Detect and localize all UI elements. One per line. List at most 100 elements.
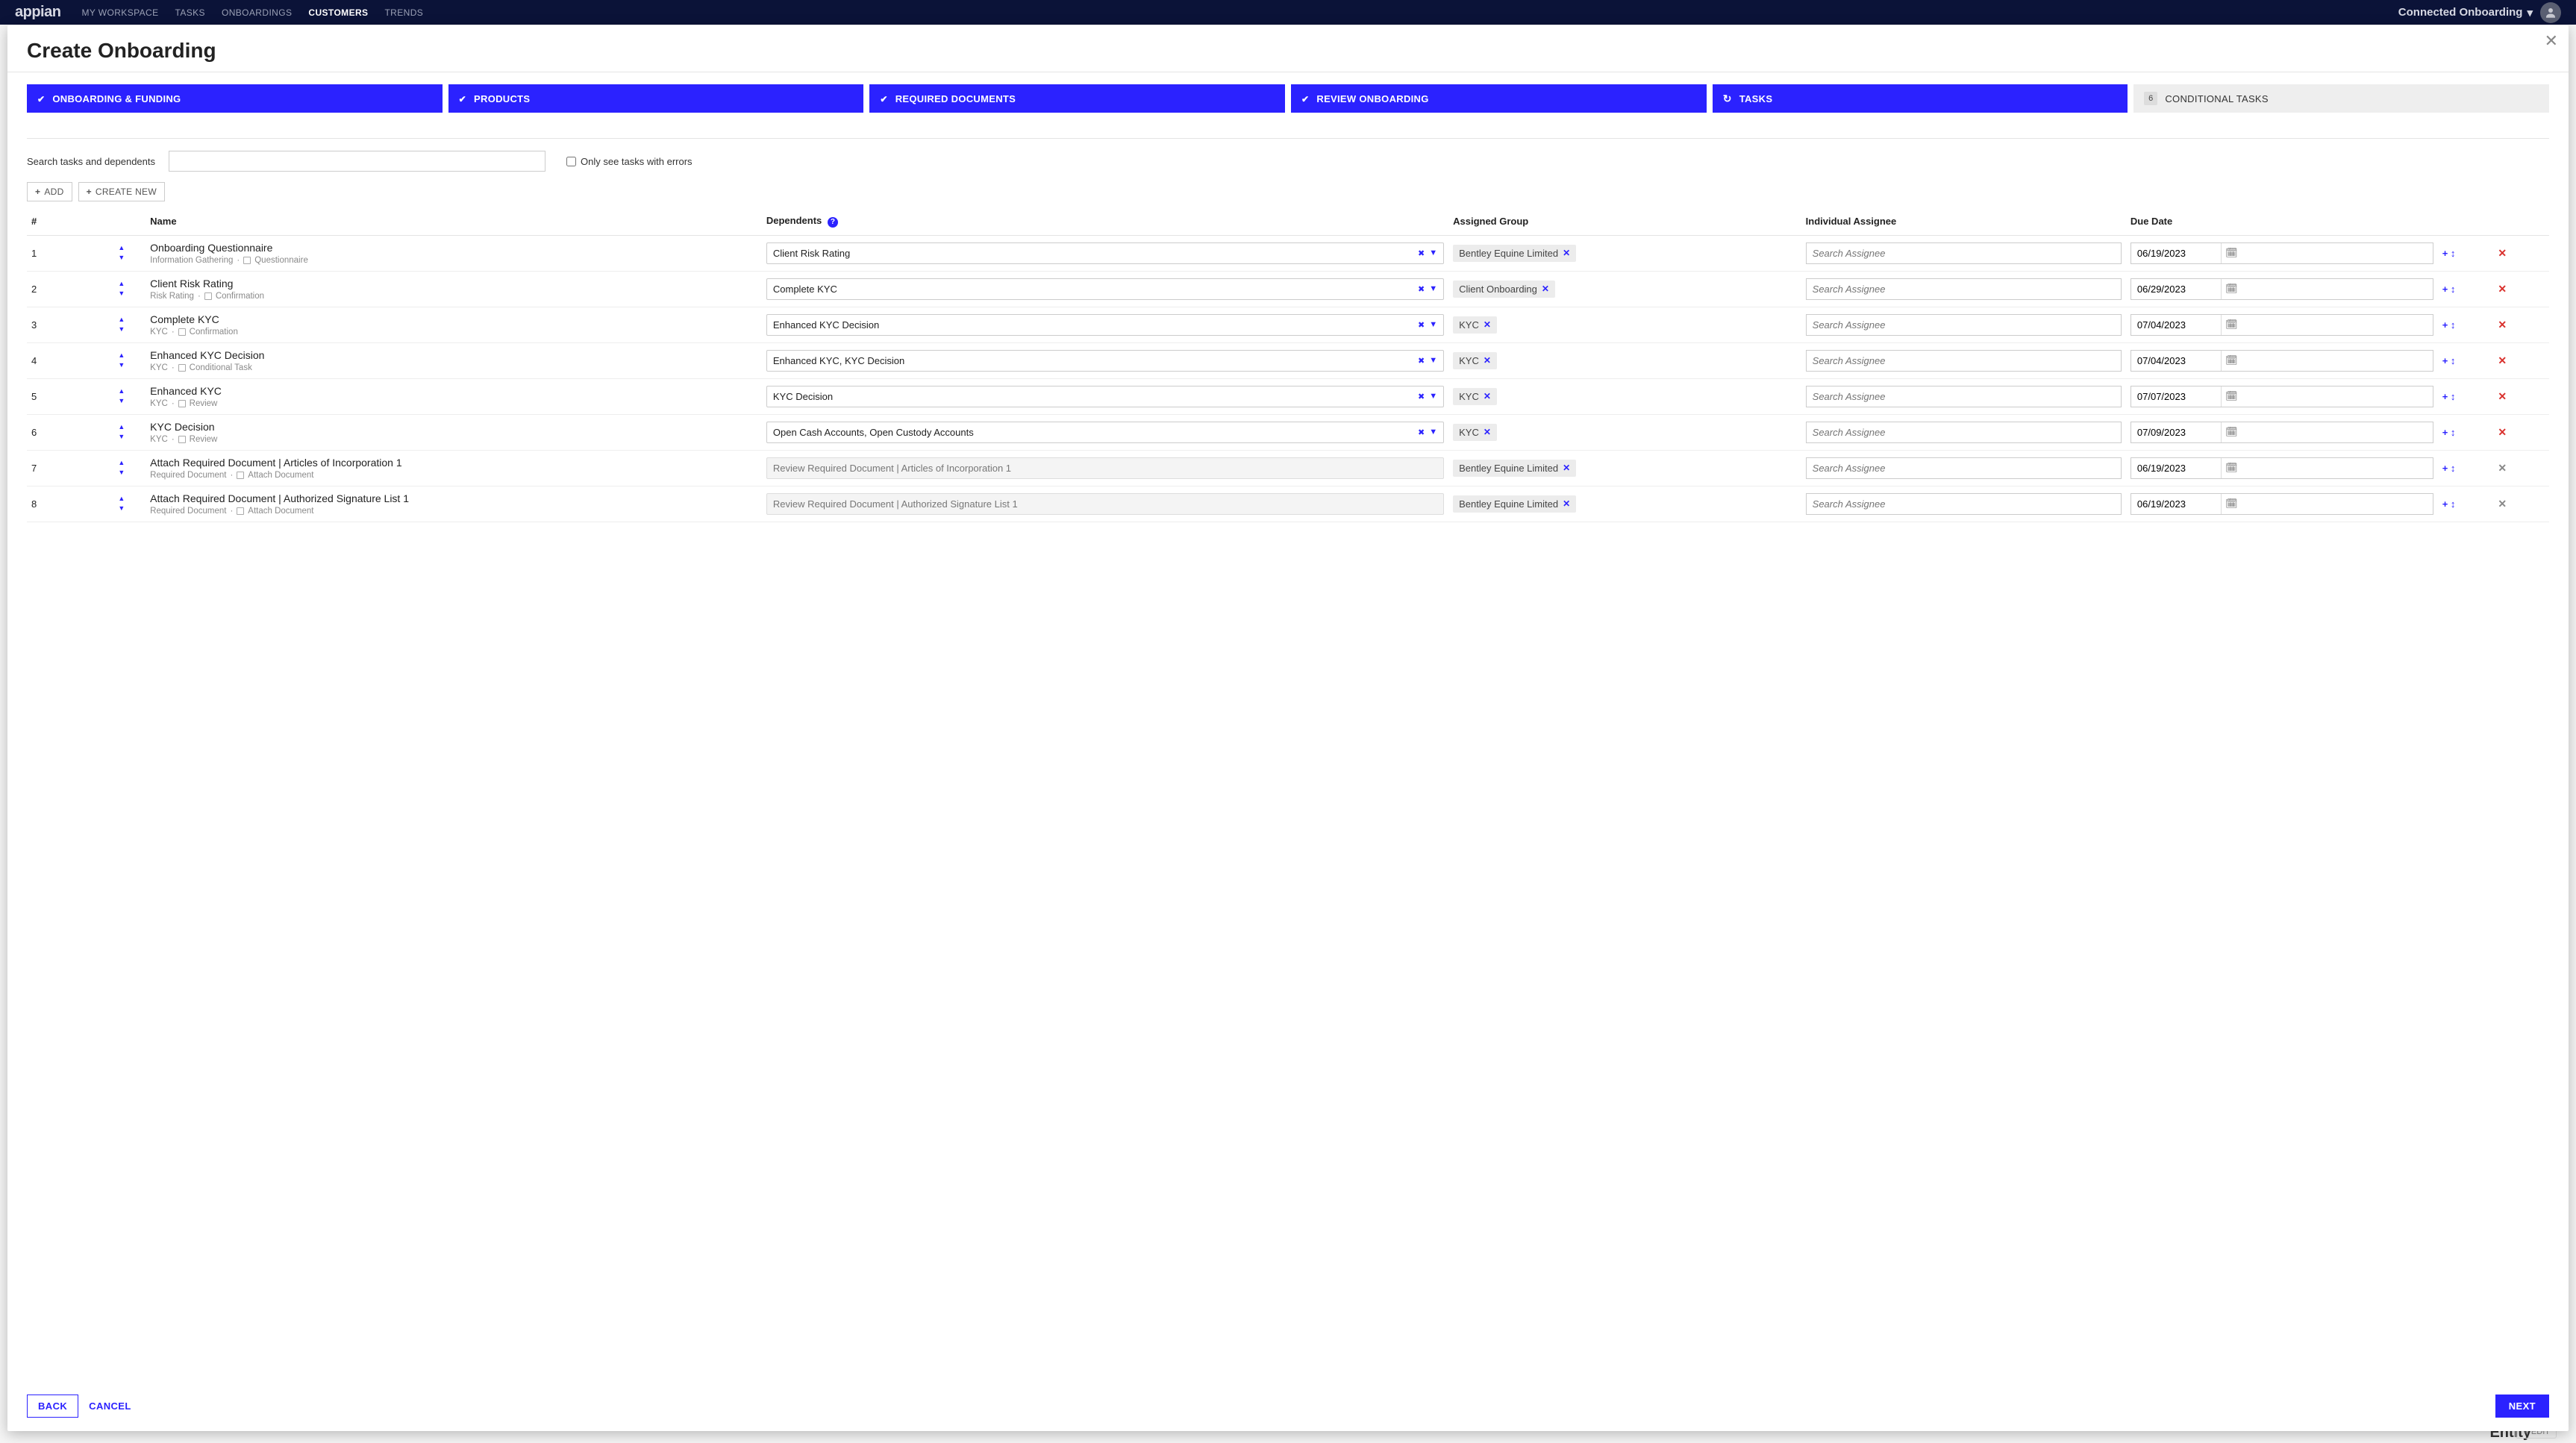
assignee-input[interactable] xyxy=(1806,422,2122,443)
insert-row-icon[interactable]: + ↕ xyxy=(2442,498,2456,510)
nav-my-workspace[interactable]: MY WORKSPACE xyxy=(81,7,158,18)
assignee-input[interactable] xyxy=(1806,314,2122,336)
help-icon[interactable]: ? xyxy=(828,217,838,228)
dependents-input[interactable]: KYC Decision✖▼ xyxy=(766,386,1444,407)
clear-icon[interactable]: ✖ xyxy=(1418,392,1425,401)
step-onboarding-funding[interactable]: ONBOARDING & FUNDING xyxy=(27,84,443,113)
calendar-icon[interactable]: 🗓 xyxy=(2221,386,2242,407)
assignee-input[interactable] xyxy=(1806,350,2122,372)
delete-row-icon[interactable]: ✕ xyxy=(2498,426,2507,438)
calendar-icon[interactable]: 🗓 xyxy=(2221,279,2242,299)
due-date-field[interactable] xyxy=(2131,315,2221,335)
clear-icon[interactable]: ✖ xyxy=(1418,356,1425,366)
delete-row-icon[interactable]: ✕ xyxy=(2498,390,2507,402)
dependents-input[interactable]: Open Cash Accounts, Open Custody Account… xyxy=(766,422,1444,443)
add-button[interactable]: ADD xyxy=(27,182,72,201)
due-date-field[interactable] xyxy=(2131,243,2221,263)
remove-tag-icon[interactable]: ✕ xyxy=(1542,284,1549,294)
assignee-input[interactable] xyxy=(1806,386,2122,407)
remove-tag-icon[interactable]: ✕ xyxy=(1484,355,1491,366)
clear-icon[interactable]: ✖ xyxy=(1418,428,1425,437)
remove-tag-icon[interactable]: ✕ xyxy=(1563,248,1570,258)
due-date-input[interactable]: 🗓 xyxy=(2130,278,2433,300)
due-date-input[interactable]: 🗓 xyxy=(2130,242,2433,264)
dependents-input[interactable]: Enhanced KYC Decision✖▼ xyxy=(766,314,1444,336)
due-date-input[interactable]: 🗓 xyxy=(2130,493,2433,515)
move-down-icon[interactable]: ▼ xyxy=(118,362,125,369)
step-required-documents[interactable]: REQUIRED DOCUMENTS xyxy=(869,84,1285,113)
step-conditional-tasks[interactable]: 6CONDITIONAL TASKS xyxy=(2133,84,2549,113)
errors-checkbox[interactable] xyxy=(566,157,576,166)
dependents-input[interactable]: Complete KYC✖▼ xyxy=(766,278,1444,300)
move-down-icon[interactable]: ▼ xyxy=(118,290,125,297)
due-date-input[interactable]: 🗓 xyxy=(2130,422,2433,443)
move-up-icon[interactable]: ▲ xyxy=(118,316,125,323)
avatar[interactable] xyxy=(2540,2,2561,23)
due-date-field[interactable] xyxy=(2131,351,2221,371)
move-down-icon[interactable]: ▼ xyxy=(118,254,125,261)
chevron-down-icon[interactable]: ▼ xyxy=(1429,248,1437,257)
step-tasks[interactable]: TASKS xyxy=(1713,84,2128,113)
due-date-input[interactable]: 🗓 xyxy=(2130,457,2433,479)
create-new-button[interactable]: CREATE NEW xyxy=(78,182,165,201)
step-products[interactable]: PRODUCTS xyxy=(448,84,864,113)
delete-row-icon[interactable]: ✕ xyxy=(2498,354,2507,366)
clear-icon[interactable]: ✖ xyxy=(1418,248,1425,258)
move-up-icon[interactable]: ▲ xyxy=(118,460,125,466)
close-icon[interactable]: ✕ xyxy=(2545,31,2558,51)
delete-row-icon[interactable]: ✕ xyxy=(2498,498,2507,510)
insert-row-icon[interactable]: + ↕ xyxy=(2442,463,2456,474)
app-switcher[interactable]: Connected Onboarding ▾ xyxy=(2398,6,2533,19)
due-date-field[interactable] xyxy=(2131,494,2221,514)
assignee-input[interactable] xyxy=(1806,278,2122,300)
due-date-input[interactable]: 🗓 xyxy=(2130,314,2433,336)
move-up-icon[interactable]: ▲ xyxy=(118,424,125,431)
assignee-input[interactable] xyxy=(1806,493,2122,515)
nav-trends[interactable]: TRENDS xyxy=(384,7,423,18)
chevron-down-icon[interactable]: ▼ xyxy=(1429,392,1437,401)
move-down-icon[interactable]: ▼ xyxy=(118,469,125,476)
move-down-icon[interactable]: ▼ xyxy=(118,326,125,333)
insert-row-icon[interactable]: + ↕ xyxy=(2442,427,2456,438)
move-up-icon[interactable]: ▲ xyxy=(118,352,125,359)
insert-row-icon[interactable]: + ↕ xyxy=(2442,355,2456,366)
insert-row-icon[interactable]: + ↕ xyxy=(2442,319,2456,331)
due-date-input[interactable]: 🗓 xyxy=(2130,350,2433,372)
clear-icon[interactable]: ✖ xyxy=(1418,320,1425,330)
step-review-onboarding[interactable]: REVIEW ONBOARDING xyxy=(1291,84,1707,113)
calendar-icon[interactable]: 🗓 xyxy=(2221,351,2242,371)
calendar-icon[interactable]: 🗓 xyxy=(2221,458,2242,478)
due-date-input[interactable]: 🗓 xyxy=(2130,386,2433,407)
remove-tag-icon[interactable]: ✕ xyxy=(1484,319,1491,330)
cancel-button[interactable]: CANCEL xyxy=(89,1400,131,1412)
chevron-down-icon[interactable]: ▼ xyxy=(1429,284,1437,293)
due-date-field[interactable] xyxy=(2131,422,2221,442)
due-date-field[interactable] xyxy=(2131,386,2221,407)
chevron-down-icon[interactable]: ▼ xyxy=(1429,356,1437,365)
calendar-icon[interactable]: 🗓 xyxy=(2221,494,2242,514)
search-input[interactable] xyxy=(169,151,545,172)
move-up-icon[interactable]: ▲ xyxy=(118,495,125,502)
insert-row-icon[interactable]: + ↕ xyxy=(2442,284,2456,295)
assignee-input[interactable] xyxy=(1806,242,2122,264)
delete-row-icon[interactable]: ✕ xyxy=(2498,319,2507,331)
insert-row-icon[interactable]: + ↕ xyxy=(2442,391,2456,402)
move-up-icon[interactable]: ▲ xyxy=(118,245,125,251)
calendar-icon[interactable]: 🗓 xyxy=(2221,422,2242,442)
clear-icon[interactable]: ✖ xyxy=(1418,284,1425,294)
move-up-icon[interactable]: ▲ xyxy=(118,388,125,395)
due-date-field[interactable] xyxy=(2131,279,2221,299)
remove-tag-icon[interactable]: ✕ xyxy=(1484,391,1491,401)
dependents-input[interactable]: Enhanced KYC, KYC Decision✖▼ xyxy=(766,350,1444,372)
back-button[interactable]: BACK xyxy=(27,1395,78,1418)
calendar-icon[interactable]: 🗓 xyxy=(2221,243,2242,263)
calendar-icon[interactable]: 🗓 xyxy=(2221,315,2242,335)
dependents-input[interactable]: Client Risk Rating✖▼ xyxy=(766,242,1444,264)
chevron-down-icon[interactable]: ▼ xyxy=(1429,320,1437,329)
assignee-input[interactable] xyxy=(1806,457,2122,479)
remove-tag-icon[interactable]: ✕ xyxy=(1563,498,1570,509)
nav-tasks[interactable]: TASKS xyxy=(175,7,205,18)
move-down-icon[interactable]: ▼ xyxy=(118,433,125,440)
delete-row-icon[interactable]: ✕ xyxy=(2498,247,2507,259)
due-date-field[interactable] xyxy=(2131,458,2221,478)
